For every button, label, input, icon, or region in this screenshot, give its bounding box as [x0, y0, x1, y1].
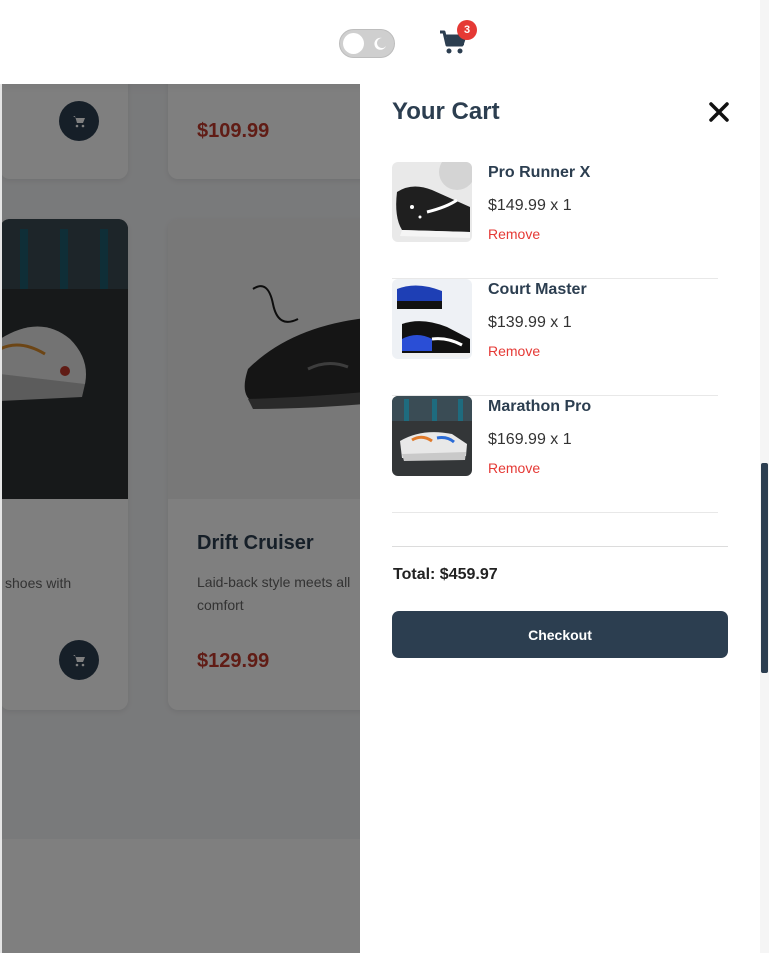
toggle-knob — [343, 33, 364, 54]
cart-item-name: Pro Runner X — [488, 164, 591, 181]
cart-item: Court Master $139.99 x 1 Remove — [392, 279, 718, 396]
cart-title: Your Cart — [392, 98, 500, 125]
cart-item-image — [392, 162, 472, 242]
remove-button[interactable]: Remove — [488, 226, 540, 242]
cart-item: Pro Runner X $149.99 x 1 Remove — [392, 162, 718, 279]
cart-item-price: $139.99 x 1 — [488, 314, 572, 331]
cart-overlay[interactable] — [0, 84, 360, 953]
scrollbar-track[interactable] — [760, 0, 769, 953]
close-icon[interactable] — [708, 101, 730, 123]
remove-button[interactable]: Remove — [488, 343, 540, 359]
cart-item-image — [392, 279, 472, 359]
cart-item-name: Court Master — [488, 281, 587, 298]
cart-item: Marathon Pro $169.99 x 1 Remove — [392, 396, 718, 513]
theme-toggle[interactable] — [339, 29, 395, 58]
cart-drawer: Your Cart Pro Runner X $149.99 x 1 Remov… — [360, 84, 760, 953]
total-divider — [392, 546, 728, 547]
scrollbar-thumb[interactable] — [761, 463, 768, 673]
remove-button[interactable]: Remove — [488, 460, 540, 476]
cart-count-badge: 3 — [457, 20, 477, 40]
checkout-button[interactable]: Checkout — [392, 611, 728, 658]
cart-item-price: $149.99 x 1 — [488, 197, 572, 214]
cart-item-name: Marathon Pro — [488, 398, 592, 415]
app-root: 3 $109.99 shoes wit — [0, 0, 769, 953]
cart-item-price: $169.99 x 1 — [488, 431, 572, 448]
header: 3 — [0, 0, 760, 84]
page-edge — [0, 84, 2, 953]
moon-icon — [374, 37, 386, 50]
cart-total: Total: $459.97 — [393, 566, 498, 583]
cart-item-image — [392, 396, 472, 476]
